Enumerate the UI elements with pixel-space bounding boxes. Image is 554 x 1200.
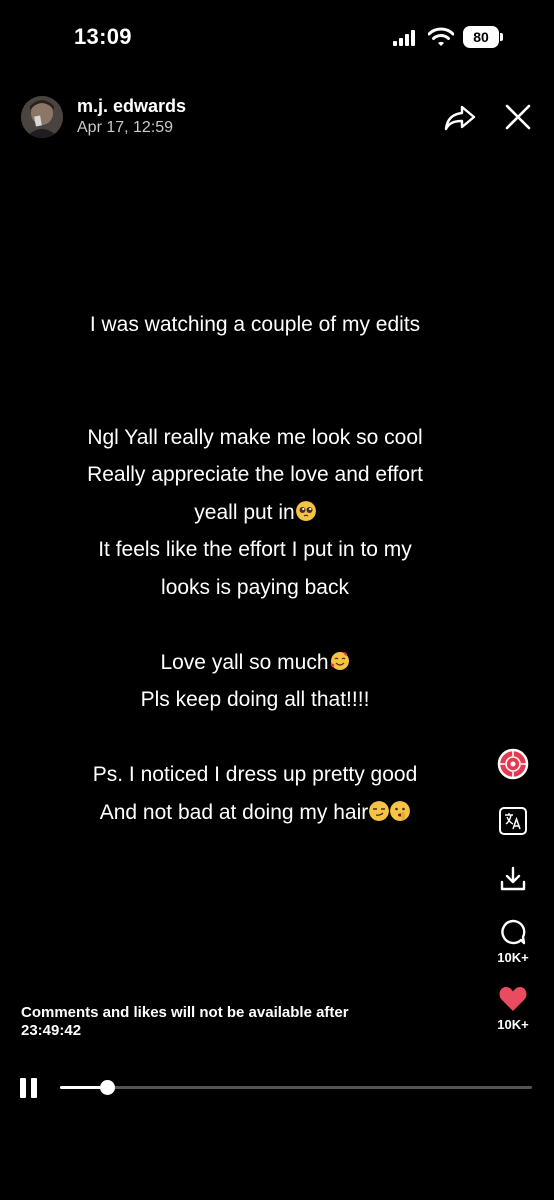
username[interactable]: m.j. edwards xyxy=(77,96,186,117)
close-icon[interactable] xyxy=(505,104,531,130)
text-line: yeall put in xyxy=(40,494,470,532)
heart-icon xyxy=(499,987,527,1011)
cellular-signal-icon xyxy=(393,30,415,46)
pause-icon[interactable] xyxy=(20,1078,38,1098)
battery-icon: 80 xyxy=(463,26,499,48)
text-line: Ps. I noticed I dress up pretty good xyxy=(92,763,418,786)
progress-thumb[interactable] xyxy=(100,1080,116,1095)
text-line: And not bad at doing my hair xyxy=(40,794,470,832)
text-line: Really appreciate the love and effort xyxy=(87,463,423,486)
shushing-face-emoji-icon xyxy=(390,800,411,821)
status-time: 13:09 xyxy=(74,24,132,49)
battery-level: 80 xyxy=(473,29,489,45)
text-line: Ngl Yall really make me look so cool xyxy=(87,425,423,449)
comments-button[interactable]: 10K+ xyxy=(496,918,530,965)
download-icon xyxy=(500,866,526,891)
avatar-image xyxy=(21,96,63,138)
download-button[interactable] xyxy=(496,865,530,893)
text-line: It feels like the effort I put in to my xyxy=(98,538,412,561)
avatar[interactable] xyxy=(21,96,63,138)
wifi-icon xyxy=(428,27,454,46)
post-date: Apr 17, 12:59 xyxy=(77,119,174,136)
progress-track[interactable] xyxy=(60,1086,532,1089)
text-line xyxy=(40,719,470,757)
comments-disabled-notice: Comments and likes will not be available… xyxy=(21,1004,349,1039)
translate-button[interactable] xyxy=(496,806,530,836)
text-line: I was watching a couple of my edits xyxy=(89,313,421,336)
likes-count: 10K+ xyxy=(497,1017,529,1032)
music-disc-button[interactable] xyxy=(496,748,530,780)
comment-bubble-icon xyxy=(501,919,526,945)
text-line xyxy=(40,344,470,382)
text-line: Pls keep doing all that!!!! xyxy=(140,688,370,711)
pause-bar-right xyxy=(31,1078,37,1098)
text-line xyxy=(40,381,470,419)
translate-icon xyxy=(499,807,527,835)
music-disc-icon xyxy=(497,748,529,780)
smiling-face-with-hearts-emoji-icon xyxy=(330,651,349,670)
post-text: I was watching a couple of my edits Ngl … xyxy=(40,306,470,831)
battery-cap xyxy=(500,33,503,41)
text-line: Love yall so much xyxy=(40,644,470,682)
text-line: looks is paying back xyxy=(161,575,349,599)
pause-bar-left xyxy=(20,1078,26,1098)
like-button[interactable]: 10K+ xyxy=(496,985,530,1032)
smirking-face-emoji-icon xyxy=(369,800,390,821)
comments-count: 10K+ xyxy=(497,950,529,965)
text-line xyxy=(40,606,470,644)
share-icon[interactable] xyxy=(444,104,476,132)
pleading-face-emoji-icon xyxy=(295,500,316,521)
